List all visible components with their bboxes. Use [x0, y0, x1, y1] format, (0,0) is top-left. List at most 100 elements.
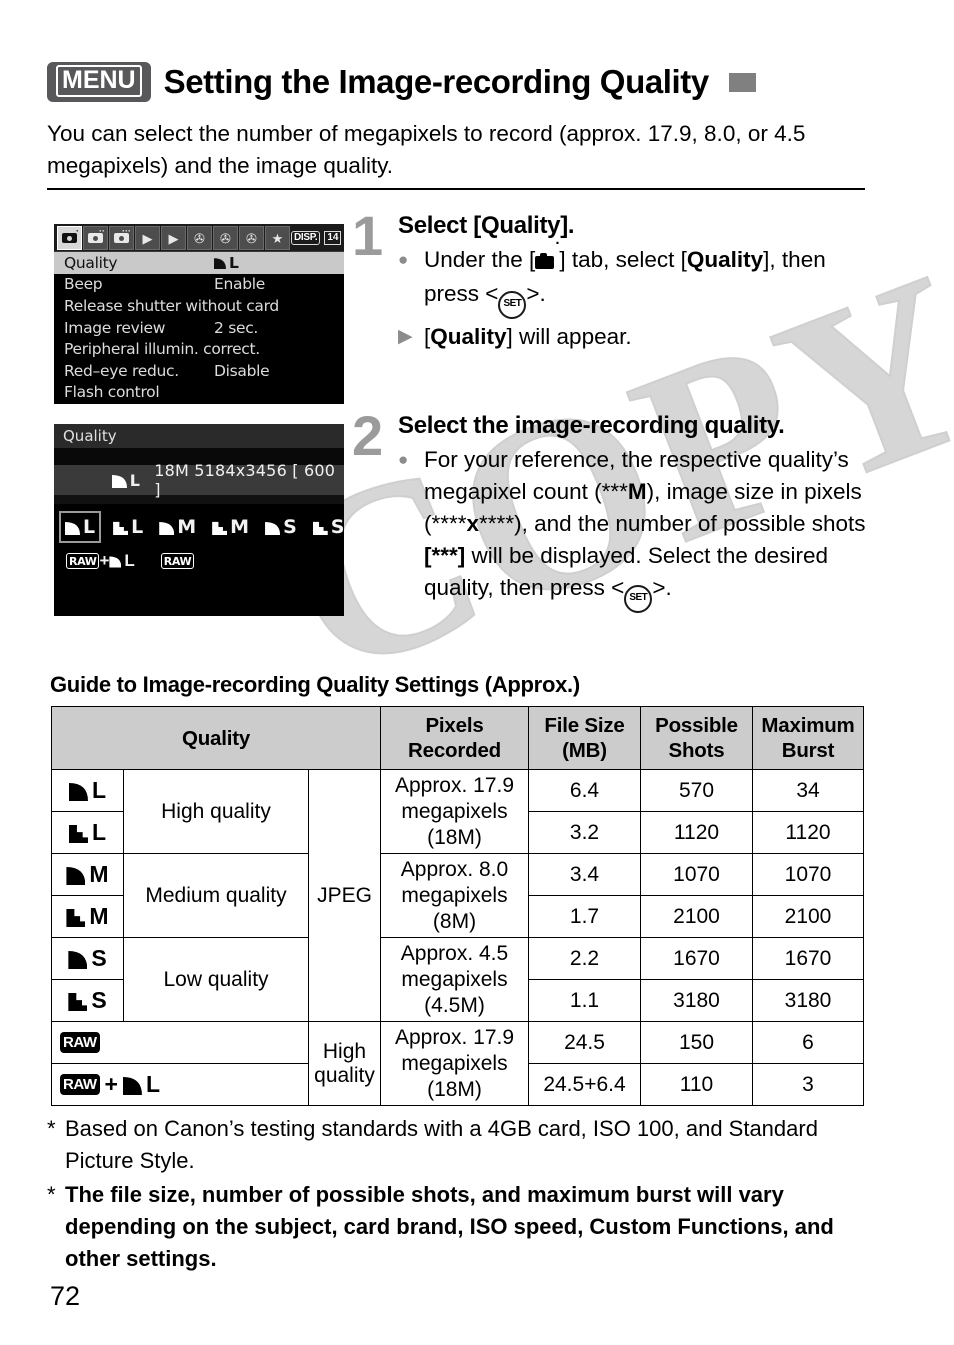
- footnotes: * Based on Canon’s testing standards wit…: [47, 1113, 877, 1277]
- playback-tab-1[interactable]: ▶: [135, 226, 160, 250]
- step-number: 1: [352, 204, 384, 267]
- possible-shots-cell: 110: [640, 1063, 753, 1106]
- file-size-cell: 3.4: [528, 853, 641, 896]
- my-menu-tab[interactable]: ★: [265, 226, 290, 250]
- quality-normal-icon: [68, 992, 88, 1011]
- menu-row-quality[interactable]: Quality L: [54, 252, 344, 274]
- menu-row-flash-control[interactable]: Flash control: [54, 382, 344, 404]
- menu-row-label: Quality: [64, 253, 118, 272]
- col-header-pixels-recorded: Pixels Recorded: [380, 706, 529, 770]
- menu-row-label: Beep: [64, 275, 103, 294]
- page-header: MENU Setting the Image-recording Quality: [47, 62, 865, 102]
- quality-desc-cell: High quality: [123, 769, 309, 854]
- setup-tab-3[interactable]: ✇: [239, 226, 264, 250]
- col-header-possible-shots: Possible Shots: [640, 706, 753, 770]
- quality-option-norm-S[interactable]: S: [309, 513, 344, 541]
- step-bullet: ▶ [Quality] will appear.: [398, 321, 867, 353]
- quality-icon-cell: L: [51, 811, 124, 854]
- quality-desc-cell: Medium quality: [123, 853, 309, 938]
- quality-option-fine-S[interactable]: S: [261, 513, 301, 541]
- shooting-tab-3[interactable]: ···: [109, 226, 134, 250]
- file-size-cell: 1.1: [528, 979, 641, 1022]
- raw-badge-icon: RAW: [66, 553, 100, 569]
- pixels-cell: Approx. 17.9 megapixels (18M): [380, 1021, 529, 1106]
- quality-option-norm-L[interactable]: L: [109, 513, 147, 541]
- setup-tab-2[interactable]: ✇: [213, 226, 238, 250]
- menu-row-value: L: [214, 254, 334, 272]
- maximum-burst-cell: 1120: [752, 811, 864, 854]
- pixels-cell: Approx. 4.5 megapixels (4.5M): [380, 937, 529, 1022]
- quality-normal-icon: [113, 521, 129, 535]
- page-title: Setting the Image-recording Quality: [163, 63, 710, 100]
- quality-current-info: L 18M 5184x3456 [ 600 ]: [54, 461, 344, 499]
- raw-badge-icon: RAW: [60, 1074, 100, 1095]
- quality-option-raw[interactable]: RAW: [160, 553, 195, 569]
- quality-fine-icon: [68, 948, 87, 969]
- disp-badge-icon: DISP.: [291, 231, 321, 245]
- footnote-star: *: [47, 1116, 56, 1141]
- bullet-dot-icon: ●: [398, 450, 409, 469]
- maximum-burst-cell: 1070: [752, 853, 864, 896]
- quality-desc-cell: Low quality: [123, 937, 309, 1022]
- possible-shots-cell: 1120: [640, 811, 753, 854]
- menu-row-value: Disable: [214, 361, 270, 380]
- menu-row-label: Flash control: [64, 383, 160, 402]
- table-row: S Low quality Approx. 4.5 megapixels (4.5M…: [51, 937, 864, 1022]
- bullet-text: [Quality] will appear.: [424, 324, 632, 349]
- raw-badge-icon: RAW: [60, 1032, 100, 1053]
- quality-icon-cell: S: [51, 979, 124, 1022]
- menu-row-label: Release shutter without card: [64, 296, 279, 315]
- menu-row-red-eye[interactable]: Red–eye reduc. Disable: [54, 360, 344, 382]
- maximum-burst-cell: 3: [752, 1063, 864, 1106]
- step-1: 1 Select [Quality]. ● Under the [·] tab,…: [352, 208, 867, 353]
- menu-row-label: Red–eye reduc.: [64, 361, 179, 380]
- quality-settings-table: Quality Pixels Recorded File Size (MB) Pos…: [51, 706, 864, 1106]
- shooting-tab-1[interactable]: ·: [57, 226, 82, 250]
- quality-icon-cell-raw-jpeg: RAW + L: [51, 1063, 309, 1106]
- shooting-tab-2[interactable]: ··: [83, 226, 108, 250]
- quality-normal-icon: [68, 824, 88, 843]
- bullet-triangle-icon: ▶: [398, 326, 413, 347]
- step-bullet: ● Under the [·] tab, select [Quality], t…: [398, 236, 867, 319]
- menu-row-image-review[interactable]: Image review 2 sec.: [54, 317, 344, 339]
- quality-icon-cell: L: [51, 769, 124, 812]
- quality-raw-option-row: RAW + L RAW: [54, 543, 344, 571]
- menu-row-label: Peripheral illumin. correct.: [64, 340, 260, 359]
- quality-option-fine-L[interactable]: L: [59, 511, 102, 543]
- quality-fine-icon: [265, 519, 280, 535]
- possible-shots-cell: 570: [640, 769, 753, 812]
- quality-option-norm-M[interactable]: M: [208, 513, 253, 541]
- set-button-icon: SET: [498, 291, 527, 319]
- quality-option-fine-M[interactable]: M: [155, 513, 200, 541]
- file-size-cell: 6.4: [528, 769, 641, 812]
- file-size-cell: 1.7: [528, 895, 641, 938]
- pixels-cell: Approx. 17.9 megapixels (18M): [380, 769, 529, 854]
- bullet-dot-icon: ●: [398, 250, 409, 269]
- quality-option-raw-plus-L[interactable]: RAW + L: [66, 551, 135, 571]
- quality-icon-cell: S: [51, 937, 124, 980]
- plus-sign: +: [104, 1071, 118, 1097]
- footnote: * Based on Canon’s testing standards wit…: [47, 1113, 877, 1177]
- col-header-quality: Quality: [51, 706, 381, 770]
- menu-row-peripheral-illum[interactable]: Peripheral illumin. correct.: [54, 338, 344, 360]
- quality-fine-icon: [66, 864, 85, 885]
- possible-shots-cell: 1070: [640, 853, 753, 896]
- maximum-burst-cell: 2100: [752, 895, 864, 938]
- step-2: 2 Select the image-recording quality. ● …: [352, 408, 867, 613]
- bullet-text: For your reference, the respective quali…: [424, 444, 867, 613]
- quality-icon-cell-raw: RAW: [51, 1021, 309, 1064]
- menu-row-release-shutter[interactable]: Release shutter without card: [54, 295, 344, 317]
- quality-fine-icon: [69, 780, 88, 801]
- step-bullet: ● For your reference, the respective qua…: [398, 444, 867, 613]
- quality-normal-icon: [212, 521, 228, 535]
- maximum-burst-cell: 34: [752, 769, 864, 812]
- menu-row-beep[interactable]: Beep Enable: [54, 274, 344, 296]
- pixels-cell: Approx. 8.0 megapixels (8M): [380, 853, 529, 938]
- playback-tab-2[interactable]: ▶: [161, 226, 186, 250]
- step-number: 2: [352, 404, 384, 467]
- setup-tab-1[interactable]: ✇: [187, 226, 212, 250]
- quality-option-grid: L L M M S S: [54, 504, 344, 543]
- step-heading: Select the image-recording quality.: [398, 412, 785, 439]
- maximum-burst-cell: 1670: [752, 937, 864, 980]
- quality-fine-icon: [65, 519, 80, 535]
